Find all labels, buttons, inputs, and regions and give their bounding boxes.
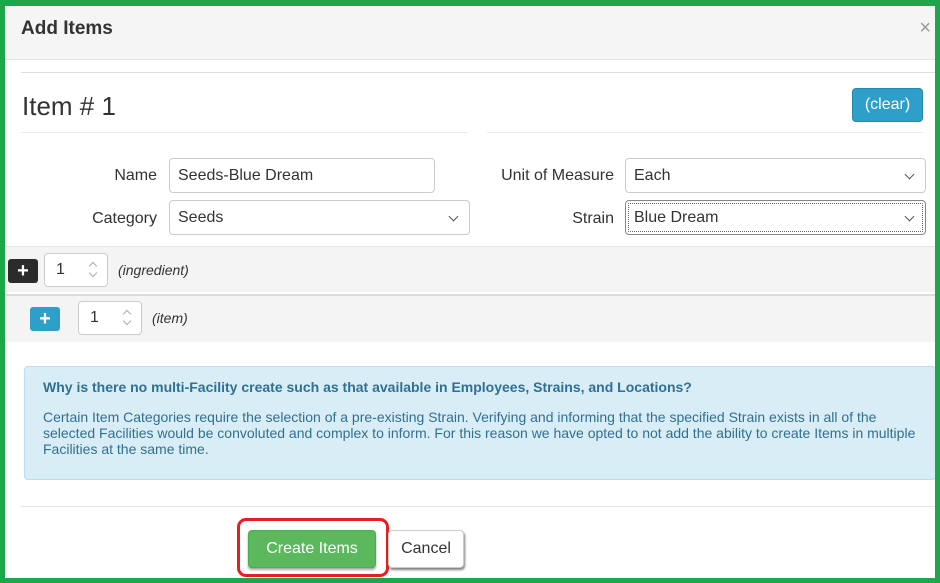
divider — [21, 72, 935, 73]
unit-of-measure-label: Unit of Measure — [501, 167, 614, 184]
add-item-button[interactable]: + — [30, 307, 60, 331]
modal-title: Add Items — [21, 18, 113, 39]
strain-value: Blue Dream — [634, 209, 719, 226]
strain-label: Strain — [572, 210, 614, 227]
modal-header: Add Items × — [5, 6, 935, 60]
category-select[interactable]: Seeds — [169, 200, 470, 235]
ingredient-hint: (ingredient) — [118, 262, 189, 278]
add-ingredient-button[interactable]: + — [8, 259, 38, 283]
item-row: + 1 (item) — [5, 294, 935, 342]
unit-of-measure-select[interactable]: Each — [625, 158, 926, 193]
cancel-button[interactable]: Cancel — [388, 530, 464, 568]
item-count-stepper[interactable]: 1 — [78, 301, 142, 335]
add-items-modal: Add Items × Item # 1 (clear) Name Seeds-… — [0, 0, 940, 583]
info-alert: Why is there no multi-Facility create su… — [24, 366, 935, 480]
spinner-arrows-icon[interactable] — [87, 261, 99, 279]
item-count: 1 — [90, 309, 99, 326]
item-hint: (item) — [152, 310, 188, 326]
strain-select[interactable]: Blue Dream — [625, 200, 926, 235]
name-input[interactable]: Seeds-Blue Dream — [169, 158, 435, 193]
ingredient-count-stepper[interactable]: 1 — [44, 253, 108, 287]
divider — [487, 132, 923, 133]
divider — [21, 132, 468, 133]
category-label: Category — [92, 210, 157, 227]
unit-of-measure-value: Each — [634, 167, 671, 184]
close-icon[interactable]: × — [919, 18, 931, 38]
item-heading: Item # 1 — [22, 91, 116, 121]
clear-button[interactable]: (clear) — [852, 88, 923, 122]
create-items-button[interactable]: Create Items — [248, 530, 376, 568]
spinner-arrows-icon[interactable] — [121, 309, 133, 327]
ingredient-row: + 1 (ingredient) — [5, 246, 935, 292]
info-title: Why is there no multi-Facility create su… — [43, 379, 692, 395]
category-value: Seeds — [178, 209, 224, 226]
ingredient-count: 1 — [56, 261, 65, 278]
divider — [21, 506, 935, 507]
info-body: Certain Item Categories require the sele… — [43, 409, 916, 457]
name-label: Name — [114, 167, 157, 184]
